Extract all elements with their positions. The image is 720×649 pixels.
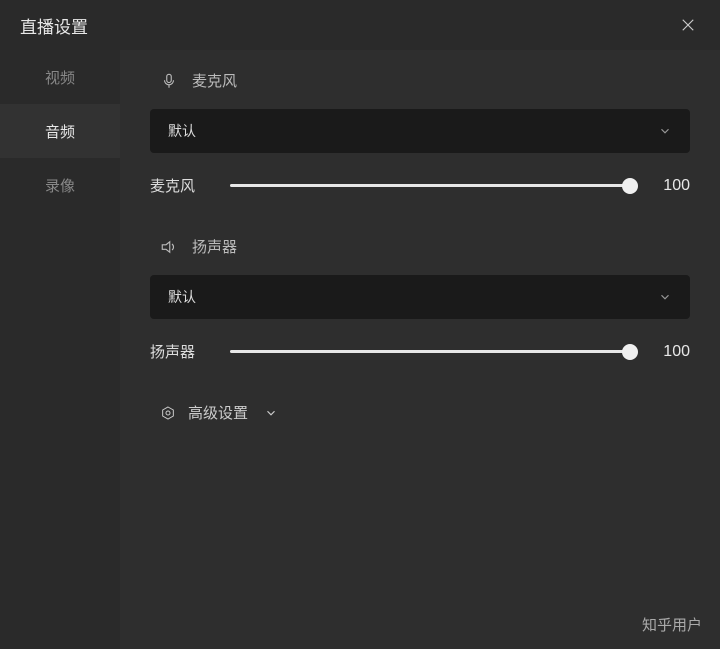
speaker-dropdown[interactable]: 默认 [150,275,690,319]
microphone-slider-label: 麦克风 [150,175,210,196]
close-button[interactable] [676,13,700,37]
speaker-heading: 扬声器 [150,236,690,257]
microphone-slider-row: 麦克风 100 [150,175,690,196]
chevron-down-icon [658,290,672,304]
slider-track [230,184,630,187]
advanced-settings-label: 高级设置 [188,402,248,423]
gear-icon [160,405,176,421]
sidebar-item-audio[interactable]: 音频 [0,104,120,158]
chevron-down-icon [658,124,672,138]
microphone-heading-label: 麦克风 [192,70,237,91]
close-icon [679,16,697,34]
microphone-icon [160,72,178,90]
microphone-slider-value: 100 [650,177,690,195]
speaker-dropdown-selected: 默认 [168,287,196,307]
slider-track [230,350,630,353]
speaker-slider[interactable] [230,342,630,362]
microphone-heading: 麦克风 [150,70,690,91]
speaker-slider-value: 100 [650,343,690,361]
sidebar-item-label: 视频 [45,67,75,88]
chevron-down-icon [264,406,278,420]
body: 视频 音频 录像 麦克风 默认 麦克风 [0,50,720,649]
microphone-dropdown[interactable]: 默认 [150,109,690,153]
speaker-heading-label: 扬声器 [192,236,237,257]
slider-thumb[interactable] [622,178,638,194]
speaker-icon [160,238,178,256]
advanced-settings-toggle[interactable]: 高级设置 [150,402,690,423]
main-panel: 麦克风 默认 麦克风 100 扬声器 默认 [120,50,720,649]
slider-thumb[interactable] [622,344,638,360]
titlebar: 直播设置 [0,0,720,50]
sidebar-item-label: 录像 [45,175,75,196]
window-title: 直播设置 [20,13,88,38]
watermark: 知乎用户 [642,614,702,635]
sidebar: 视频 音频 录像 [0,50,120,649]
microphone-dropdown-selected: 默认 [168,121,196,141]
microphone-slider[interactable] [230,176,630,196]
speaker-slider-row: 扬声器 100 [150,341,690,362]
sidebar-item-recording[interactable]: 录像 [0,158,120,212]
sidebar-item-label: 音频 [45,121,75,142]
speaker-slider-label: 扬声器 [150,341,210,362]
sidebar-item-video[interactable]: 视频 [0,50,120,104]
